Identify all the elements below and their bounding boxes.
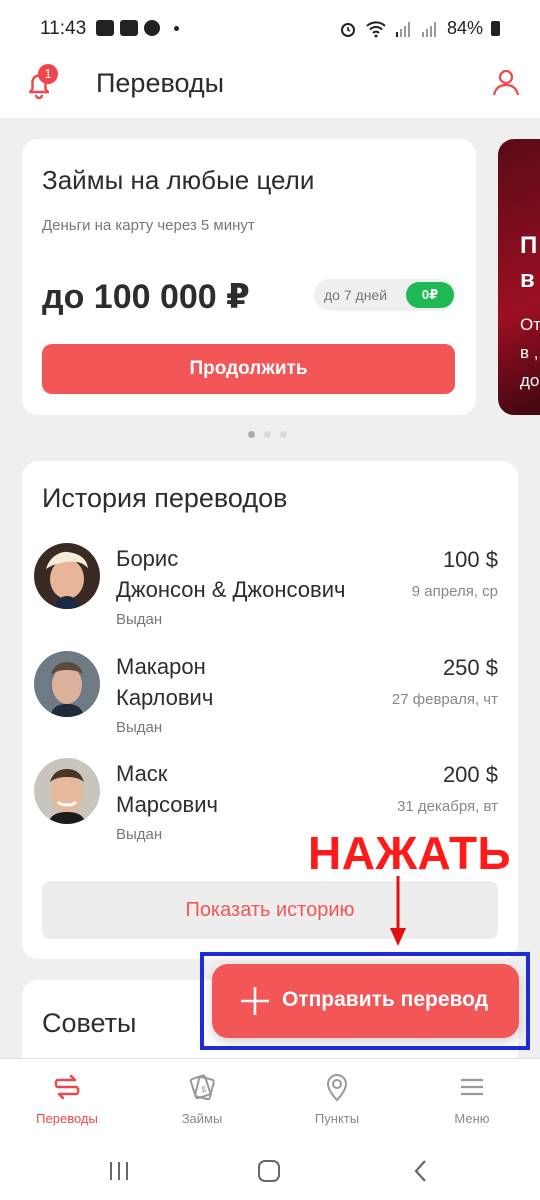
nav-item-menu[interactable]: Меню [422, 1071, 522, 1126]
recipient-name: Макарон Карлович [116, 654, 214, 710]
term-text: до 7 дней [324, 287, 388, 303]
list-item[interactable]: Макарон Карлович Выдан 250 $ 27 февраля, … [22, 651, 518, 751]
battery-icon [491, 21, 500, 36]
tips-title: Советы [42, 1008, 137, 1038]
carousel-dot [264, 431, 271, 438]
transfers-icon [54, 1074, 80, 1100]
nav-item-points[interactable]: Пункты [287, 1071, 387, 1126]
loans-icon: $ [189, 1074, 215, 1101]
list-item[interactable]: Борис Джонсон & Джонсович Выдан 100 $ 9 а… [22, 543, 518, 643]
notification-badge: 1 [38, 64, 58, 84]
promo-card[interactable]: Займы на любые цели Деньги на карту чере… [22, 139, 476, 415]
transfer-amount: 200 $ [442, 762, 498, 787]
transfer-date: 31 декабря, вт [397, 798, 498, 815]
svg-text:$: $ [201, 1085, 207, 1095]
location-pin-icon [326, 1074, 348, 1102]
arrow-down-icon [390, 876, 406, 946]
annotation-label: НАЖАТЬ [308, 827, 512, 879]
gallery-icon [96, 20, 114, 36]
home-icon[interactable] [254, 1156, 284, 1186]
status-notification-icons [96, 20, 179, 36]
nav-item-loans[interactable]: $ Займы [152, 1071, 252, 1126]
continue-button[interactable]: Продолжить [42, 344, 455, 394]
transfer-date: 9 апреля, ср [411, 583, 498, 600]
carousel-dot [280, 431, 287, 438]
highlight-frame [200, 952, 530, 1050]
show-history-button[interactable]: Показать историю [42, 881, 498, 939]
transfer-status: Выдан [116, 719, 163, 736]
signal-icon [395, 21, 410, 37]
menu-icon [461, 1078, 483, 1096]
more-notifications-dot [174, 25, 179, 31]
nav-label: Пункты [314, 1111, 360, 1126]
transfer-amount: 100 $ [442, 547, 498, 572]
facebook-icon [144, 20, 160, 36]
transfer-date: 27 февраля, чт [391, 691, 498, 708]
page-title: Переводы [96, 68, 225, 98]
avatar [34, 543, 100, 609]
signal-icon-2 [421, 21, 436, 37]
history-title: История переводов [42, 483, 288, 513]
recipient-name: Маск Марсович [116, 761, 218, 817]
promo-amount: до 100 000 ₽ [42, 278, 250, 316]
recipient-name: Борис Джонсон & Джонсович [116, 546, 346, 602]
alarm-icon [340, 22, 355, 37]
carousel-dots [248, 431, 287, 438]
nav-label: Переводы [36, 1111, 98, 1126]
term-pill: до 7 дней 0₽ [314, 279, 456, 311]
nav-label: Меню [454, 1111, 490, 1126]
status-bar: 11:43 84% [0, 0, 540, 58]
nav-label: Займы [181, 1111, 223, 1126]
transfer-status: Выдан [116, 611, 163, 628]
recent-apps-icon[interactable] [104, 1156, 134, 1186]
status-right: 84% [339, 18, 500, 39]
promo2-subtitle: От в , до [520, 315, 540, 390]
youtube-icon [120, 20, 138, 36]
transfer-status: Выдан [116, 826, 163, 843]
wifi-icon [366, 20, 386, 37]
transfer-amount: 250 $ [442, 655, 498, 680]
avatar [34, 758, 100, 824]
promo-title: Займы на любые цели [42, 165, 315, 195]
avatar [34, 651, 100, 717]
back-icon[interactable] [406, 1156, 436, 1186]
bottom-nav: Переводы $ Займы Пункты Меню [0, 1058, 540, 1142]
nav-item-transfers[interactable]: Переводы [17, 1071, 117, 1126]
history-card: История переводов Борис Джонсон & Джонсов… [22, 461, 518, 959]
promo-subtitle: Деньги на карту через 5 минут [42, 217, 255, 234]
system-nav-bar [0, 1142, 540, 1200]
promo-card-next[interactable]: Пв От в , до [498, 139, 540, 415]
profile-icon[interactable] [490, 66, 522, 98]
status-time: 11:43 [40, 18, 87, 39]
rate-badge: 0₽ [406, 282, 454, 308]
promo2-title: Пв [520, 232, 538, 293]
app-header: Переводы [0, 58, 540, 118]
battery-percent: 84% [446, 18, 483, 38]
carousel-dot [248, 431, 255, 438]
